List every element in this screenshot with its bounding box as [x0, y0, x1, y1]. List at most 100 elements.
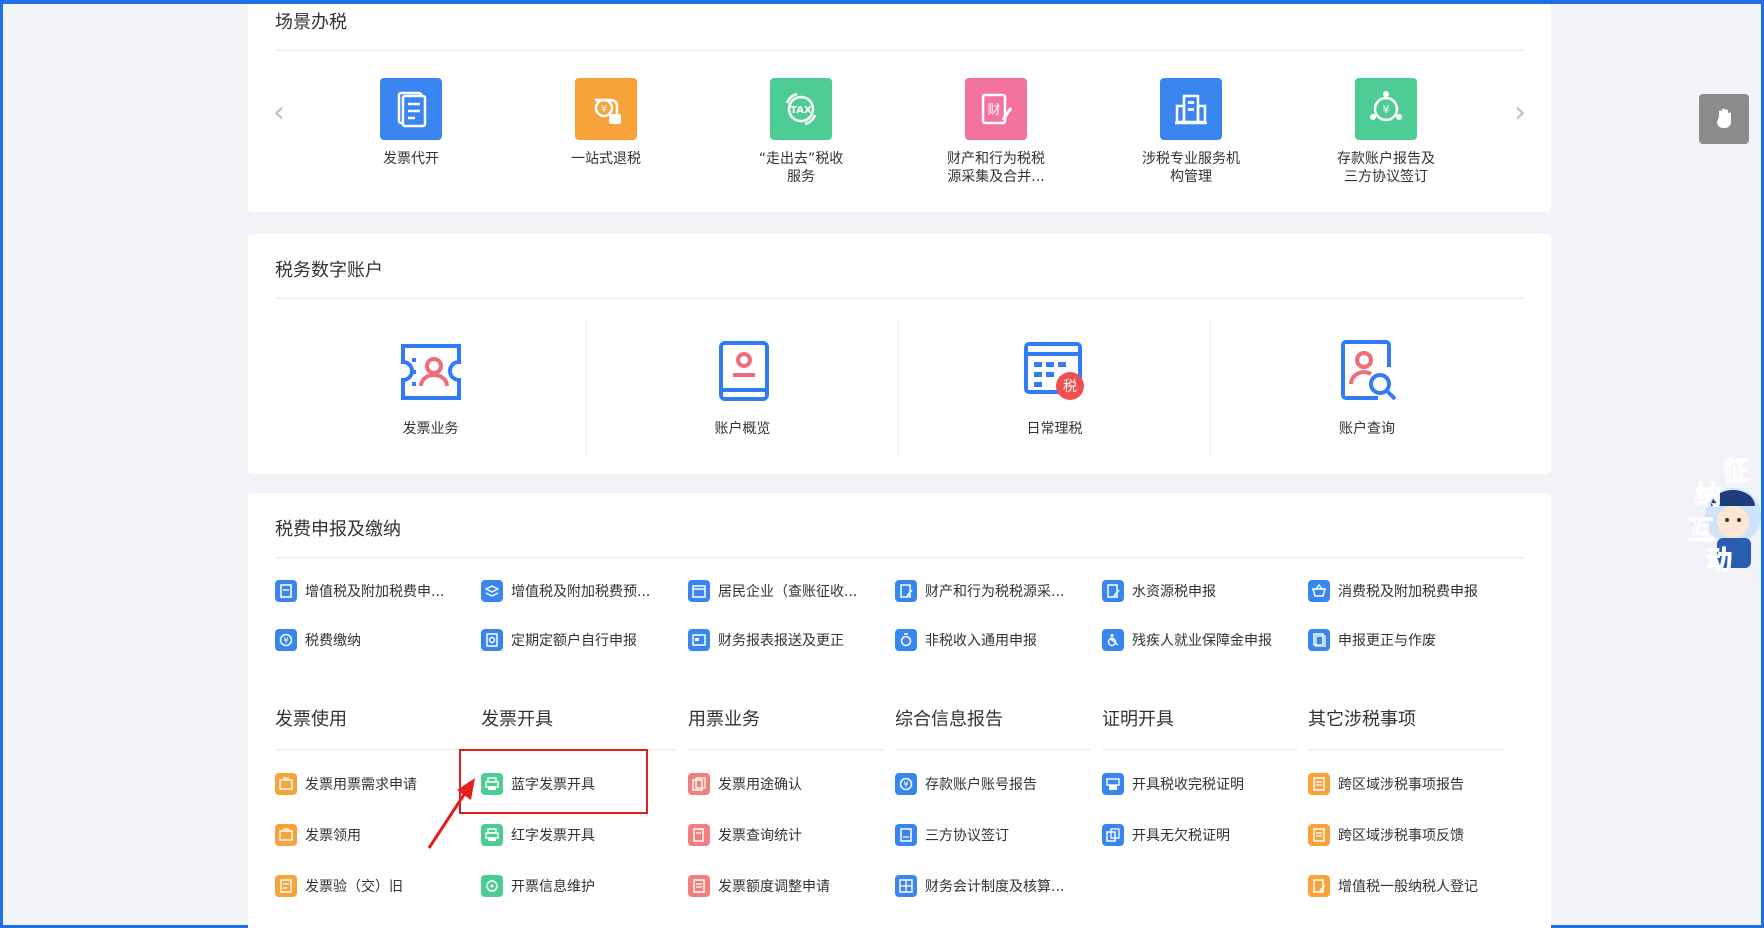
mascot-text-3: 互: [1688, 516, 1714, 546]
link-red-invoice[interactable]: 红字发票开具: [481, 822, 595, 848]
medal-icon: [895, 629, 917, 651]
divider: [275, 749, 471, 750]
link-vat-filing[interactable]: 增值税及附加税费申...: [275, 578, 444, 604]
basket-icon: [1308, 580, 1330, 602]
scene-item-property-tax[interactable]: 财 财产和行为税税 源采集及合并...: [921, 78, 1071, 186]
link-invoice-stats[interactable]: 发票查询统计: [688, 822, 802, 848]
link-invoice-receive[interactable]: 发票领用: [275, 822, 361, 848]
svg-text:¥: ¥: [903, 780, 908, 789]
mascot-text-1: 征: [1723, 457, 1749, 487]
link-vat-prepay[interactable]: 增值税及附加税费预...: [481, 578, 650, 604]
link-label: 增值税及附加税费预...: [511, 584, 651, 600]
scene-item-deposit-account[interactable]: ¥ 存款账户报告及 三方协议签订: [1311, 78, 1461, 186]
divider: [688, 749, 884, 750]
link-label: 税费缴纳: [305, 633, 361, 649]
document-icon: [895, 824, 917, 846]
link-label: 开具税收完税证明: [1132, 777, 1244, 793]
link-label: 红字发票开具: [511, 828, 595, 844]
deposit-icon: ¥: [1355, 78, 1417, 140]
link-filing-correction[interactable]: 申报更正与作废: [1308, 627, 1436, 653]
category-certificate: 证明开具: [1102, 709, 1174, 730]
svg-text:财: 财: [987, 103, 1000, 118]
link-label: 开具无欠税证明: [1132, 828, 1230, 844]
link-label: 发票领用: [305, 828, 361, 844]
edit-document-icon: [1308, 875, 1330, 897]
link-financial-statements[interactable]: 财务报表报送及更正: [688, 627, 844, 653]
link-non-tax-income[interactable]: 非税收入通用申报: [895, 627, 1037, 653]
link-cross-region-report[interactable]: 跨区域涉税事项报告: [1308, 771, 1464, 797]
divider: [1308, 749, 1504, 750]
link-general-taxpayer-register[interactable]: 增值税一般纳税人登记: [1308, 873, 1478, 899]
layers-icon: [481, 580, 503, 602]
link-deposit-account-report[interactable]: ¥ 存款账户账号报告: [895, 771, 1037, 797]
link-tax-payment[interactable]: ¥ 税费缴纳: [275, 627, 361, 653]
link-label: 存款账户账号报告: [925, 777, 1037, 793]
daily-tax-badge: 税: [1063, 379, 1077, 395]
link-label: 发票额度调整申请: [718, 879, 830, 895]
carousel-next-arrow-icon[interactable]: ›: [1514, 98, 1526, 128]
link-label: 居民企业（查账征收...: [718, 584, 858, 600]
link-cross-region-feedback[interactable]: 跨区域涉税事项反馈: [1308, 822, 1464, 848]
link-label: 发票验（交）旧: [305, 879, 403, 895]
digital-item-account-overview[interactable]: 账户概览: [587, 318, 899, 458]
link-label: 定期定额户自行申报: [511, 633, 637, 649]
link-label: 发票用票需求申请: [305, 777, 417, 793]
svg-text:¥: ¥: [601, 104, 607, 115]
svg-text:¥: ¥: [283, 636, 288, 645]
svg-text:TAX: TAX: [790, 105, 812, 116]
link-label: 申报更正与作废: [1338, 633, 1436, 649]
link-label: 发票用途确认: [718, 777, 802, 793]
tax-filing-card: 税费申报及缴纳 增值税及附加税费申... 增值税及附加税费预... 居民企业（查…: [248, 493, 1551, 928]
category-other-matters: 其它涉税事项: [1308, 709, 1416, 730]
wheelchair-icon: [1102, 629, 1124, 651]
scene-item-going-global[interactable]: TAX “走出去”税收 服务: [726, 78, 876, 186]
scene-item-professional-service[interactable]: 涉税专业服务机 构管理: [1116, 78, 1266, 186]
digital-item-daily-tax[interactable]: 税 日常理税: [899, 318, 1211, 458]
link-label: 残疾人就业保障金申报: [1132, 633, 1272, 649]
scene-item-label: 财产和行为税税 源采集及合并...: [947, 151, 1045, 185]
link-label: 水资源税申报: [1132, 584, 1216, 600]
link-invoice-verify[interactable]: 发票验（交）旧: [275, 873, 403, 899]
calendar-icon: [688, 580, 710, 602]
interactive-mascot[interactable]: 征 纳 互 动: [1661, 434, 1761, 584]
divider: [275, 557, 1524, 558]
link-tripartite-agreement[interactable]: 三方协议签订: [895, 822, 1009, 848]
list-icon: [1308, 773, 1330, 795]
category-invoice-use: 发票使用: [275, 709, 347, 730]
scene-item-one-stop-refund[interactable]: ¥ 一站式退税: [531, 78, 681, 168]
link-label: 财务报表报送及更正: [718, 633, 844, 649]
invoice-stack-icon: [275, 773, 297, 795]
invoice-stack-icon: [275, 824, 297, 846]
scene-item-label: 一站式退税: [571, 151, 641, 167]
invoice-check-icon: [275, 875, 297, 897]
link-invoice-purpose[interactable]: 发票用途确认: [688, 771, 802, 797]
document-stack-icon: [688, 773, 710, 795]
document-icon: [275, 580, 297, 602]
link-property-tax-source[interactable]: 财产和行为税税源采...: [895, 578, 1064, 604]
digital-item-invoice-business[interactable]: 发票业务: [275, 318, 587, 458]
link-label: 跨区域涉税事项反馈: [1338, 828, 1464, 844]
account-query-icon: [1334, 340, 1400, 404]
document-list-icon: [688, 875, 710, 897]
carousel-prev-arrow-icon[interactable]: ‹: [273, 98, 285, 128]
scene-item-invoice-issue[interactable]: 发票代开: [336, 78, 486, 168]
link-tax-paid-certificate[interactable]: 开具税收完税证明: [1102, 771, 1244, 797]
side-toolbar-button[interactable]: [1699, 94, 1749, 144]
link-fixed-quota[interactable]: 定期定额户自行申报: [481, 627, 637, 653]
link-resident-enterprise[interactable]: 居民企业（查账征收...: [688, 578, 857, 604]
digital-item-account-query[interactable]: 账户查询: [1211, 318, 1523, 458]
link-invoice-info-maintain[interactable]: 开票信息维护: [481, 873, 595, 899]
divider: [895, 749, 1091, 750]
invoice-business-icon: [398, 340, 464, 404]
link-consumption-tax[interactable]: 消费税及附加税费申报: [1308, 578, 1478, 604]
link-disabled-employment[interactable]: 残疾人就业保障金申报: [1102, 627, 1272, 653]
invoice-icon: [380, 78, 442, 140]
link-invoice-demand[interactable]: 发票用票需求申请: [275, 771, 417, 797]
link-water-resource-tax[interactable]: 水资源税申报: [1102, 578, 1216, 604]
link-no-arrears-certificate[interactable]: 开具无欠税证明: [1102, 822, 1230, 848]
scene-item-label: 存款账户报告及 三方协议签订: [1337, 151, 1435, 185]
link-invoice-quota-adjust[interactable]: 发票额度调整申请: [688, 873, 830, 899]
link-label: 增值税一般纳税人登记: [1338, 879, 1478, 895]
link-accounting-system[interactable]: 财务会计制度及核算...: [895, 873, 1064, 899]
scene-tax-title: 场景办税: [275, 12, 347, 33]
